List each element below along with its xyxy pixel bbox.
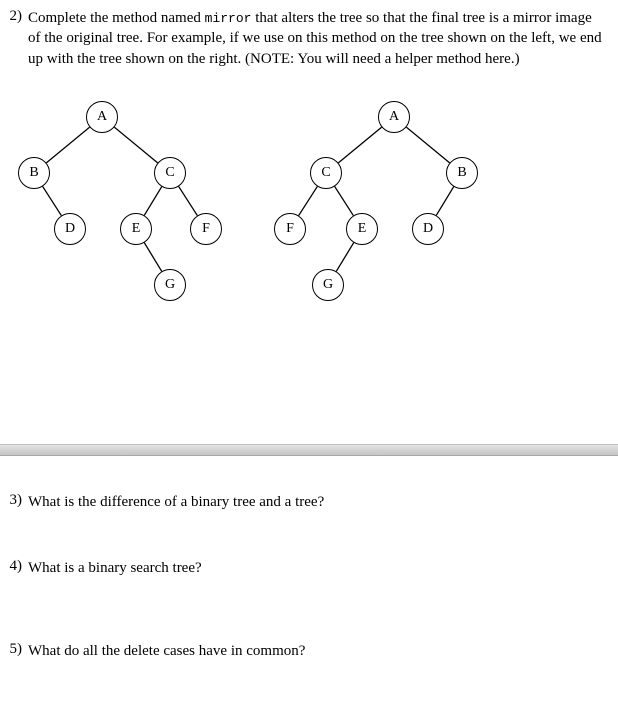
tree-node-e: E (346, 213, 378, 245)
question-5-body: What do all the delete cases have in com… (28, 641, 606, 661)
tree-node-c: C (154, 157, 186, 189)
tree-node-f: F (190, 213, 222, 245)
tree-node-d: D (54, 213, 86, 245)
tree-node-g: G (154, 269, 186, 301)
tree-diagram: ABCDEFG ACBFEDG (4, 87, 606, 347)
question-3-body: What is the difference of a binary tree … (28, 492, 606, 512)
question-2: 2) Complete the method named mirror that… (4, 8, 606, 69)
question-3-number: 3) (4, 492, 28, 512)
tree-node-c: C (310, 157, 342, 189)
question-3: 3) What is the difference of a binary tr… (4, 492, 606, 512)
question-5-number: 5) (4, 641, 28, 661)
tree-node-e: E (120, 213, 152, 245)
question-2-body: Complete the method named mirror that al… (28, 8, 606, 69)
question-4-body: What is a binary search tree? (28, 558, 606, 578)
question-5: 5) What do all the delete cases have in … (4, 641, 606, 661)
question-4-number: 4) (4, 558, 28, 578)
tree-node-f: F (274, 213, 306, 245)
tree-right: A C B F E D G (266, 87, 486, 347)
q2-pre: Complete the method named (28, 10, 205, 26)
tree-node-a: A (378, 101, 410, 133)
question-4: 4) What is a binary search tree? (4, 558, 606, 578)
section-separator (0, 444, 618, 456)
tree-node-g: G (312, 269, 344, 301)
question-2-number: 2) (4, 8, 28, 69)
q2-code: mirror (205, 11, 252, 26)
tree-node-d: D (412, 213, 444, 245)
tree-node-a: A (86, 101, 118, 133)
tree-left: A B C D E FG (10, 87, 230, 347)
tree-node-b: B (18, 157, 50, 189)
tree-node-b: B (446, 157, 478, 189)
